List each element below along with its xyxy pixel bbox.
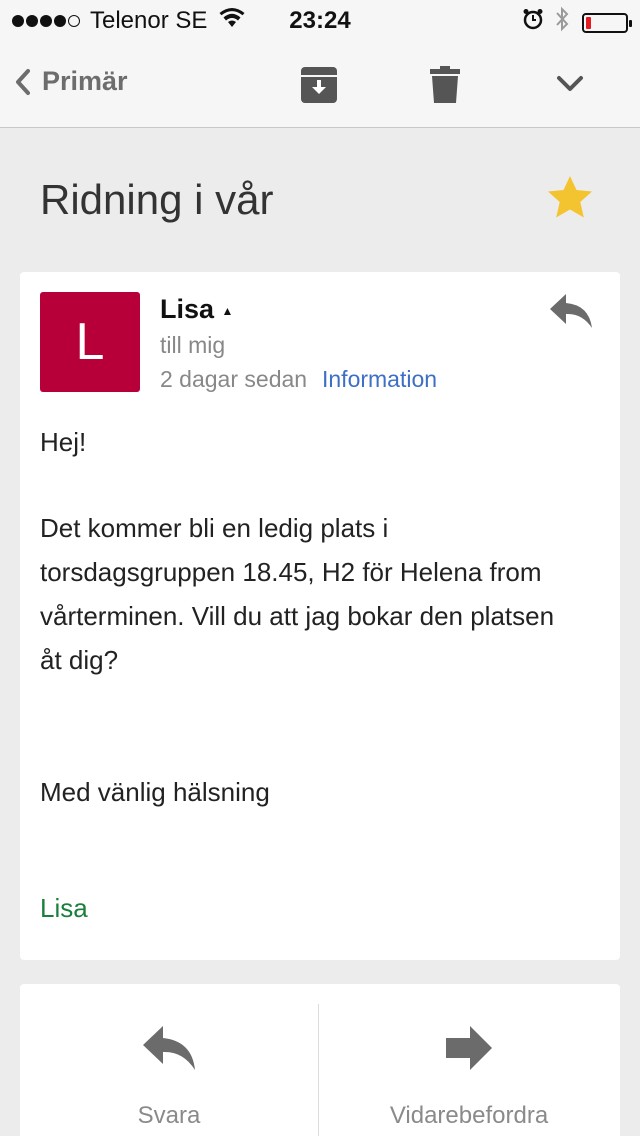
- forward-arrow-icon: [446, 1026, 492, 1070]
- status-right: [522, 6, 632, 39]
- body-line: torsdagsgruppen 18.45, H2 för Helena fro…: [40, 557, 542, 587]
- information-link[interactable]: Information: [322, 366, 437, 393]
- divider: [318, 1004, 319, 1136]
- battery-level-fill: [586, 16, 591, 29]
- avatar-initial: L: [75, 313, 105, 371]
- status-bar: Telenor SE 23:24: [0, 0, 640, 40]
- battery-icon: [582, 12, 632, 33]
- reply-icon: [550, 294, 592, 328]
- message-card: L Lisa ▲ till mig 2 dagar sedan Informat…: [20, 272, 620, 960]
- caret-icon: ▲: [221, 303, 234, 318]
- date-label: 2 dagar sedan: [160, 366, 308, 392]
- sender-name-label: Lisa: [160, 294, 215, 324]
- star-button[interactable]: [546, 174, 594, 225]
- archive-button[interactable]: [300, 66, 338, 109]
- forward-label: Vidarebefordra: [389, 1102, 549, 1129]
- actions-card: Svara Vidarebefordra: [20, 984, 620, 1136]
- body-greeting: Hej!: [40, 427, 87, 457]
- chevron-down-icon: [557, 76, 583, 91]
- alarm-icon: [522, 8, 544, 37]
- reply-button[interactable]: [548, 292, 594, 335]
- archive-icon: [301, 67, 337, 103]
- body-line: vårterminen. Vill du att jag bokar den p…: [40, 601, 555, 631]
- body-line: åt dig?: [40, 645, 119, 675]
- delete-button[interactable]: [430, 66, 460, 109]
- sender-name[interactable]: Lisa ▲: [160, 294, 233, 325]
- star-icon: [548, 176, 592, 218]
- email-subject: Ridning i vår: [40, 176, 274, 223]
- body-line: Det kommer bli en ledig plats i: [40, 513, 389, 543]
- body-signature: Lisa: [40, 893, 88, 923]
- back-label: Primär: [42, 66, 128, 96]
- trash-icon: [430, 66, 460, 103]
- forward-action-button[interactable]: Vidarebefordra: [320, 984, 618, 1136]
- reply-label: Svara: [137, 1102, 201, 1129]
- reply-action-button[interactable]: Svara: [20, 984, 318, 1136]
- reply-icon: [143, 1026, 195, 1070]
- more-button[interactable]: [556, 74, 584, 99]
- chevron-left-icon: [16, 68, 30, 95]
- nav-bar: Primär: [0, 40, 640, 128]
- body-closing: Med vänlig hälsning: [40, 777, 270, 807]
- back-button[interactable]: Primär: [14, 66, 128, 97]
- avatar: L: [40, 292, 140, 392]
- bluetooth-icon: [554, 6, 570, 39]
- recipient-label: till mig: [160, 332, 226, 358]
